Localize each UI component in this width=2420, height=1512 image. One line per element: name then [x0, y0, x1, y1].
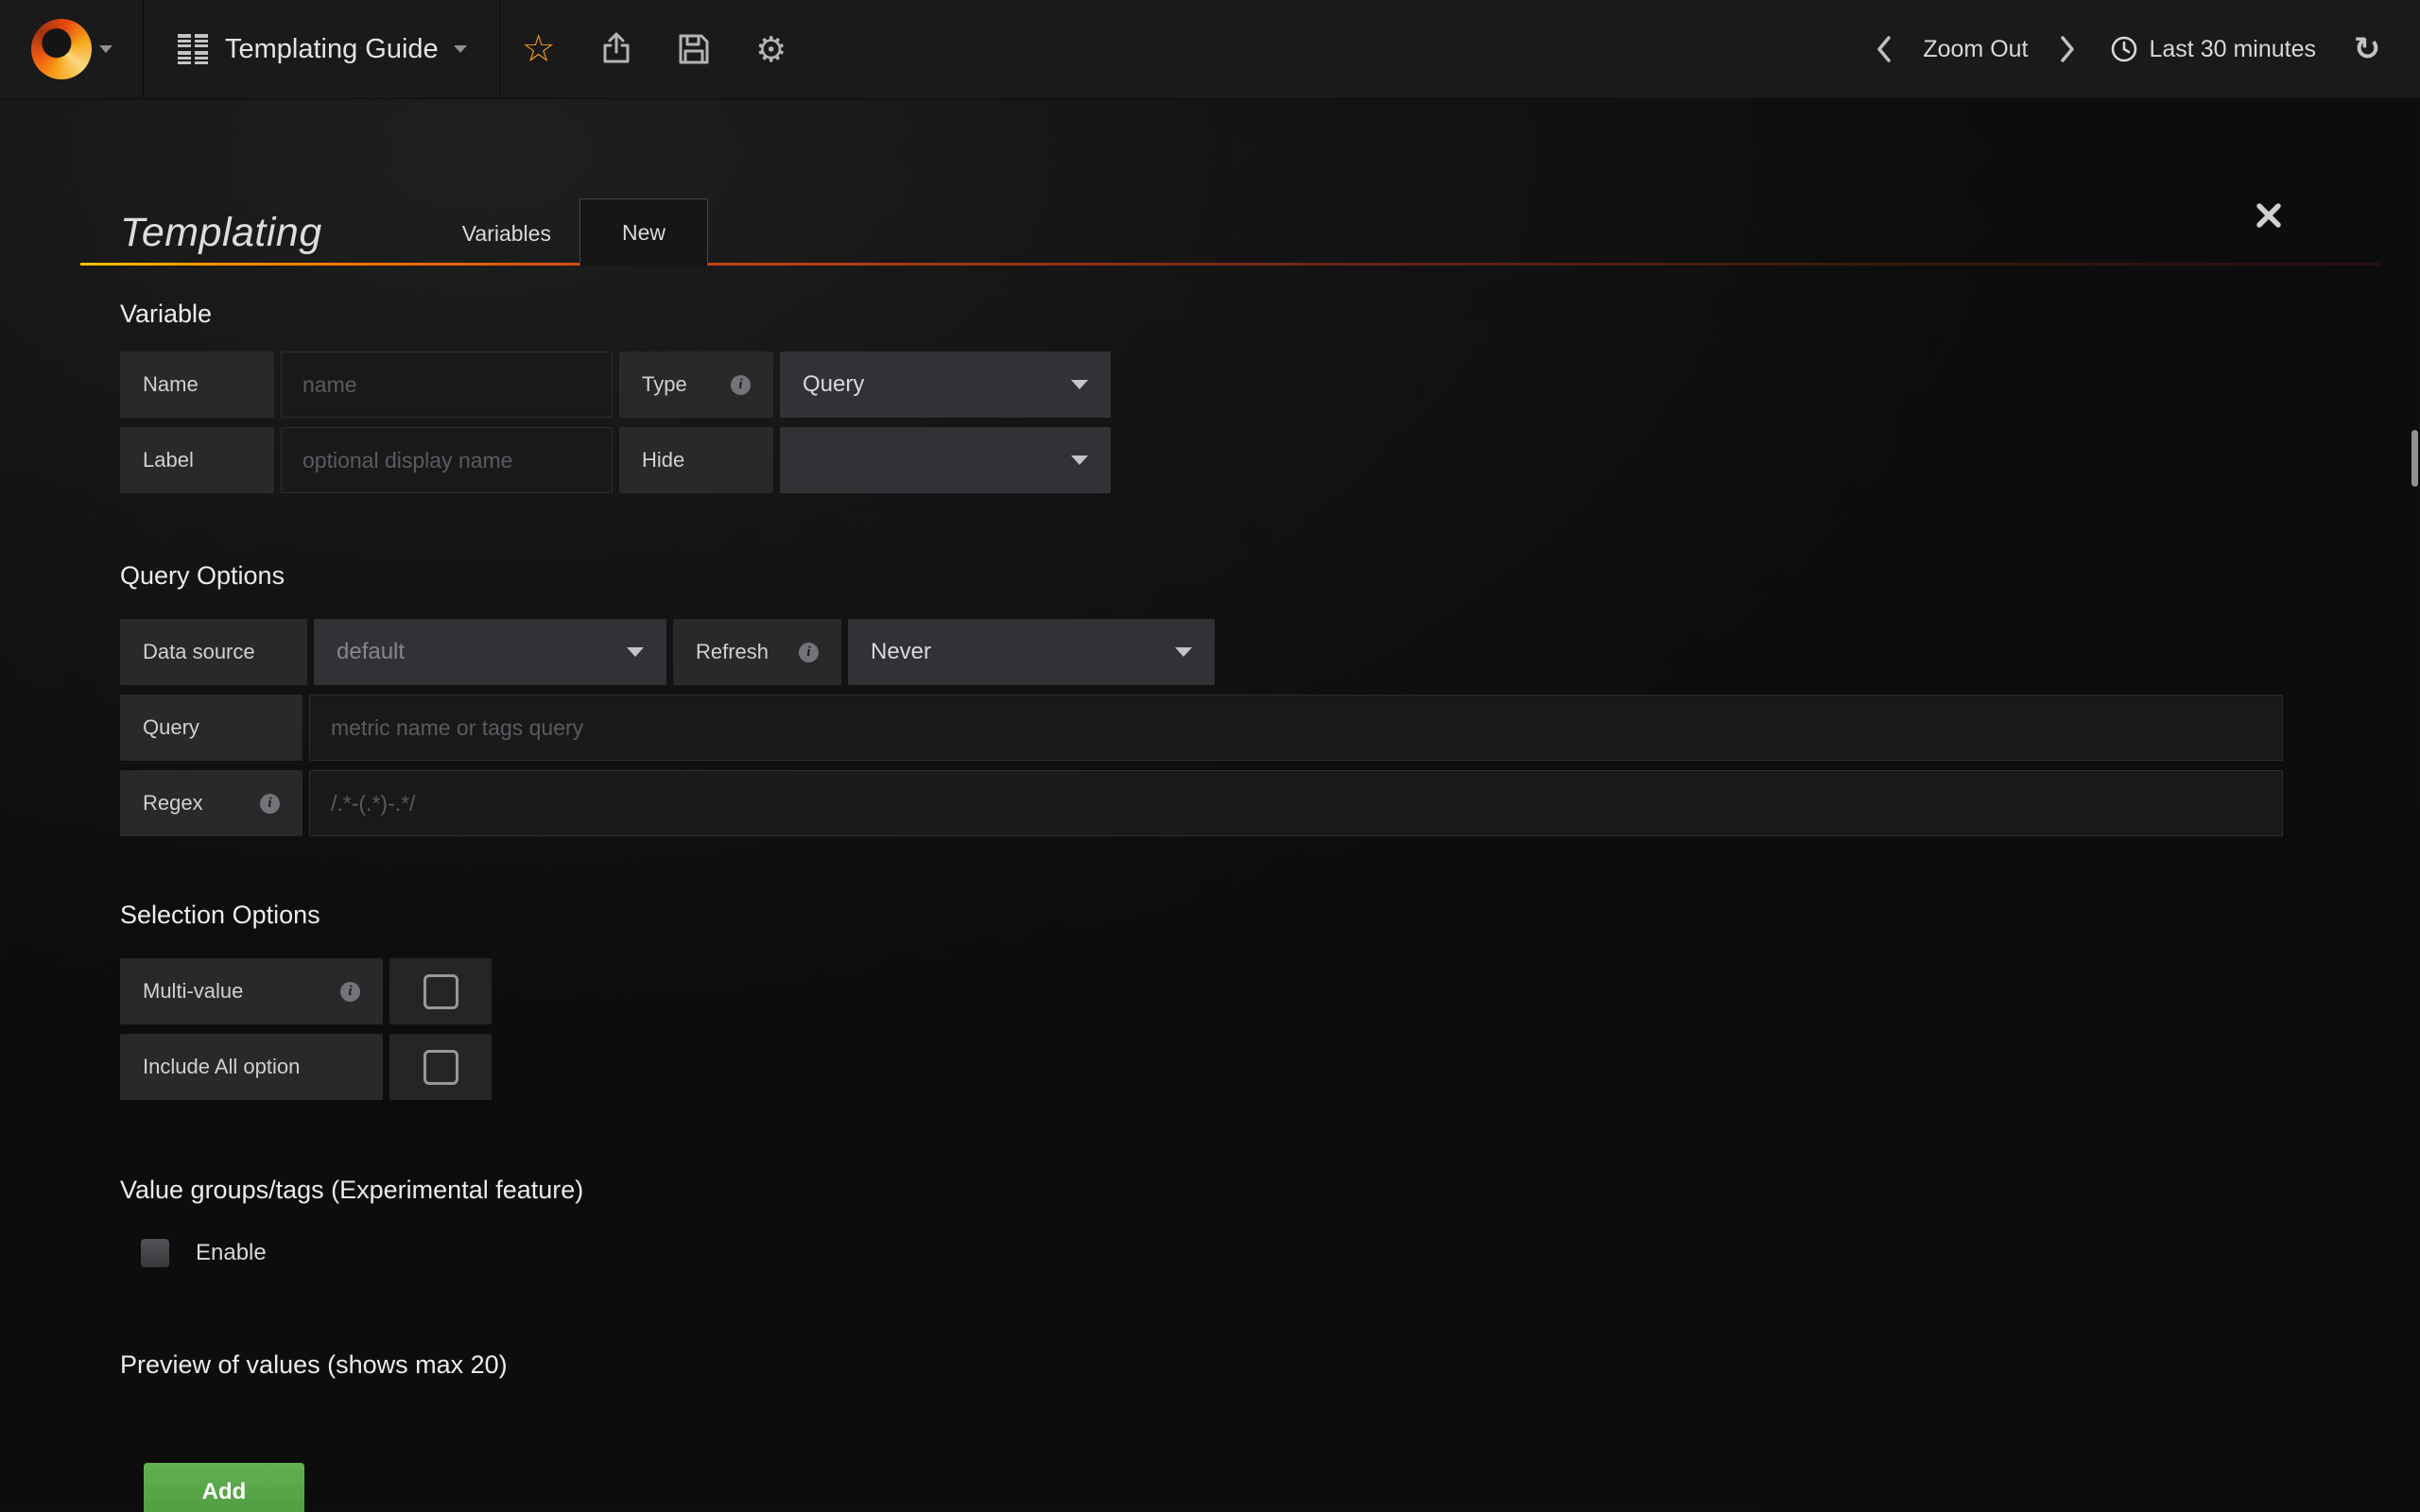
time-range-picker-button[interactable]: Last 30 minutes — [2093, 35, 2334, 63]
regex-info-icon[interactable]: i — [260, 794, 280, 814]
grafana-logo-icon — [31, 19, 92, 79]
add-button[interactable]: Add — [144, 1463, 304, 1512]
multi-value-info-icon[interactable]: i — [340, 982, 360, 1002]
enable-label: Enable — [196, 1240, 267, 1266]
chevron-left-icon — [1874, 34, 1894, 64]
datasource-row: Data source default Refresh i Never — [120, 619, 2283, 685]
hide-dropdown[interactable] — [780, 427, 1111, 493]
query-options-rows: Data source default Refresh i Never Quer… — [120, 619, 2283, 836]
query-label: Query — [120, 695, 302, 761]
datasource-label: Data source — [120, 619, 307, 685]
type-label: Type i — [619, 352, 773, 418]
templating-editor: Templating Variables New Variable Name T… — [0, 186, 2420, 1512]
share-dashboard-button[interactable] — [578, 0, 655, 98]
query-input[interactable] — [309, 695, 2283, 761]
close-button[interactable] — [2255, 201, 2283, 230]
chevron-down-icon — [1175, 647, 1192, 657]
gear-icon: ⚙ — [755, 32, 786, 67]
page-header: Templating Variables New — [120, 186, 2283, 266]
preview-heading: Preview of values (shows max 20) — [120, 1350, 2283, 1380]
selection-options-rows: Multi-value i Include All option — [120, 958, 2283, 1100]
selection-options-heading: Selection Options — [120, 901, 2283, 930]
star-icon: ☆ — [522, 30, 556, 68]
variable-label-row: Label Hide — [120, 427, 2283, 493]
query-options-heading: Query Options — [120, 561, 2283, 591]
clock-icon — [2110, 35, 2138, 63]
chevron-down-icon — [99, 45, 112, 53]
checkbox-icon — [424, 1050, 458, 1085]
include-all-row: Include All option — [120, 1034, 2283, 1100]
multi-value-label: Multi-value i — [120, 958, 383, 1024]
type-dropdown[interactable]: Query — [780, 352, 1111, 418]
close-icon — [2255, 201, 2283, 230]
value-groups-heading: Value groups/tags (Experimental feature) — [120, 1176, 2283, 1205]
multi-value-checkbox[interactable] — [389, 958, 492, 1024]
regex-input[interactable] — [309, 770, 2283, 836]
time-shift-back-button[interactable] — [1864, 34, 1904, 64]
zoom-out-button[interactable]: Zoom Out — [1910, 36, 2041, 63]
type-info-icon[interactable]: i — [731, 375, 751, 395]
save-dashboard-button[interactable] — [655, 0, 733, 98]
multi-value-row: Multi-value i — [120, 958, 2283, 1024]
datasource-dropdown[interactable]: default — [314, 619, 666, 685]
name-label: Name — [120, 352, 274, 418]
star-dashboard-button[interactable]: ☆ — [500, 0, 578, 98]
regex-label: Regex i — [120, 770, 302, 836]
refresh-icon: ↻ — [2354, 33, 2381, 65]
chevron-down-icon — [1071, 380, 1088, 389]
chevron-down-icon — [627, 647, 644, 657]
regex-row: Regex i — [120, 770, 2283, 836]
checkbox-icon — [424, 974, 458, 1009]
chevron-down-icon — [454, 45, 467, 53]
include-all-label: Include All option — [120, 1034, 383, 1100]
scrollbar-thumb[interactable] — [2411, 430, 2418, 487]
name-input[interactable] — [281, 352, 613, 418]
tab-new[interactable]: New — [579, 198, 708, 266]
chevron-right-icon — [2057, 34, 2078, 64]
save-icon — [677, 32, 711, 66]
dashboard-settings-button[interactable]: ⚙ — [733, 0, 810, 98]
variable-rows: Name Type i Query Label Hide — [120, 352, 2283, 493]
share-icon — [598, 31, 634, 67]
variable-name-row: Name Type i Query — [120, 352, 2283, 418]
time-shift-forward-button[interactable] — [2048, 34, 2087, 64]
page-title: Templating — [120, 210, 322, 256]
chevron-down-icon — [1071, 455, 1088, 465]
refresh-info-icon[interactable]: i — [799, 643, 819, 662]
include-all-checkbox[interactable] — [389, 1034, 492, 1100]
enable-toggle[interactable]: Enable — [141, 1239, 2283, 1267]
refresh-dashboard-button[interactable]: ↻ — [2339, 33, 2395, 65]
variable-section-heading: Variable — [120, 300, 2283, 329]
query-row: Query — [120, 695, 2283, 761]
navbar-timepicker-group: Zoom Out Last 30 minutes ↻ — [1864, 0, 2420, 98]
navbar: Templating Guide ☆ ⚙ Zoom Out — [0, 0, 2420, 99]
dashboard-grid-icon — [176, 32, 210, 66]
label-input[interactable] — [281, 427, 613, 493]
datasource-dropdown-value: default — [337, 639, 405, 665]
refresh-label: Refresh i — [673, 619, 841, 685]
grafana-menu-button[interactable] — [0, 0, 144, 98]
regex-label-text: Regex — [143, 791, 203, 816]
enable-checkbox-icon — [141, 1239, 169, 1267]
time-range-label: Last 30 minutes — [2150, 36, 2317, 63]
refresh-dropdown[interactable]: Never — [848, 619, 1215, 685]
multi-value-label-text: Multi-value — [143, 979, 243, 1004]
hide-label: Hide — [619, 427, 773, 493]
tab-variables[interactable]: Variables — [434, 221, 579, 247]
refresh-dropdown-value: Never — [871, 639, 931, 665]
label-label: Label — [120, 427, 274, 493]
type-dropdown-value: Query — [803, 371, 864, 398]
type-label-text: Type — [642, 372, 687, 397]
dashboard-title: Templating Guide — [225, 34, 439, 65]
dashboard-title-menu[interactable]: Templating Guide — [144, 0, 500, 98]
refresh-label-text: Refresh — [696, 640, 769, 664]
